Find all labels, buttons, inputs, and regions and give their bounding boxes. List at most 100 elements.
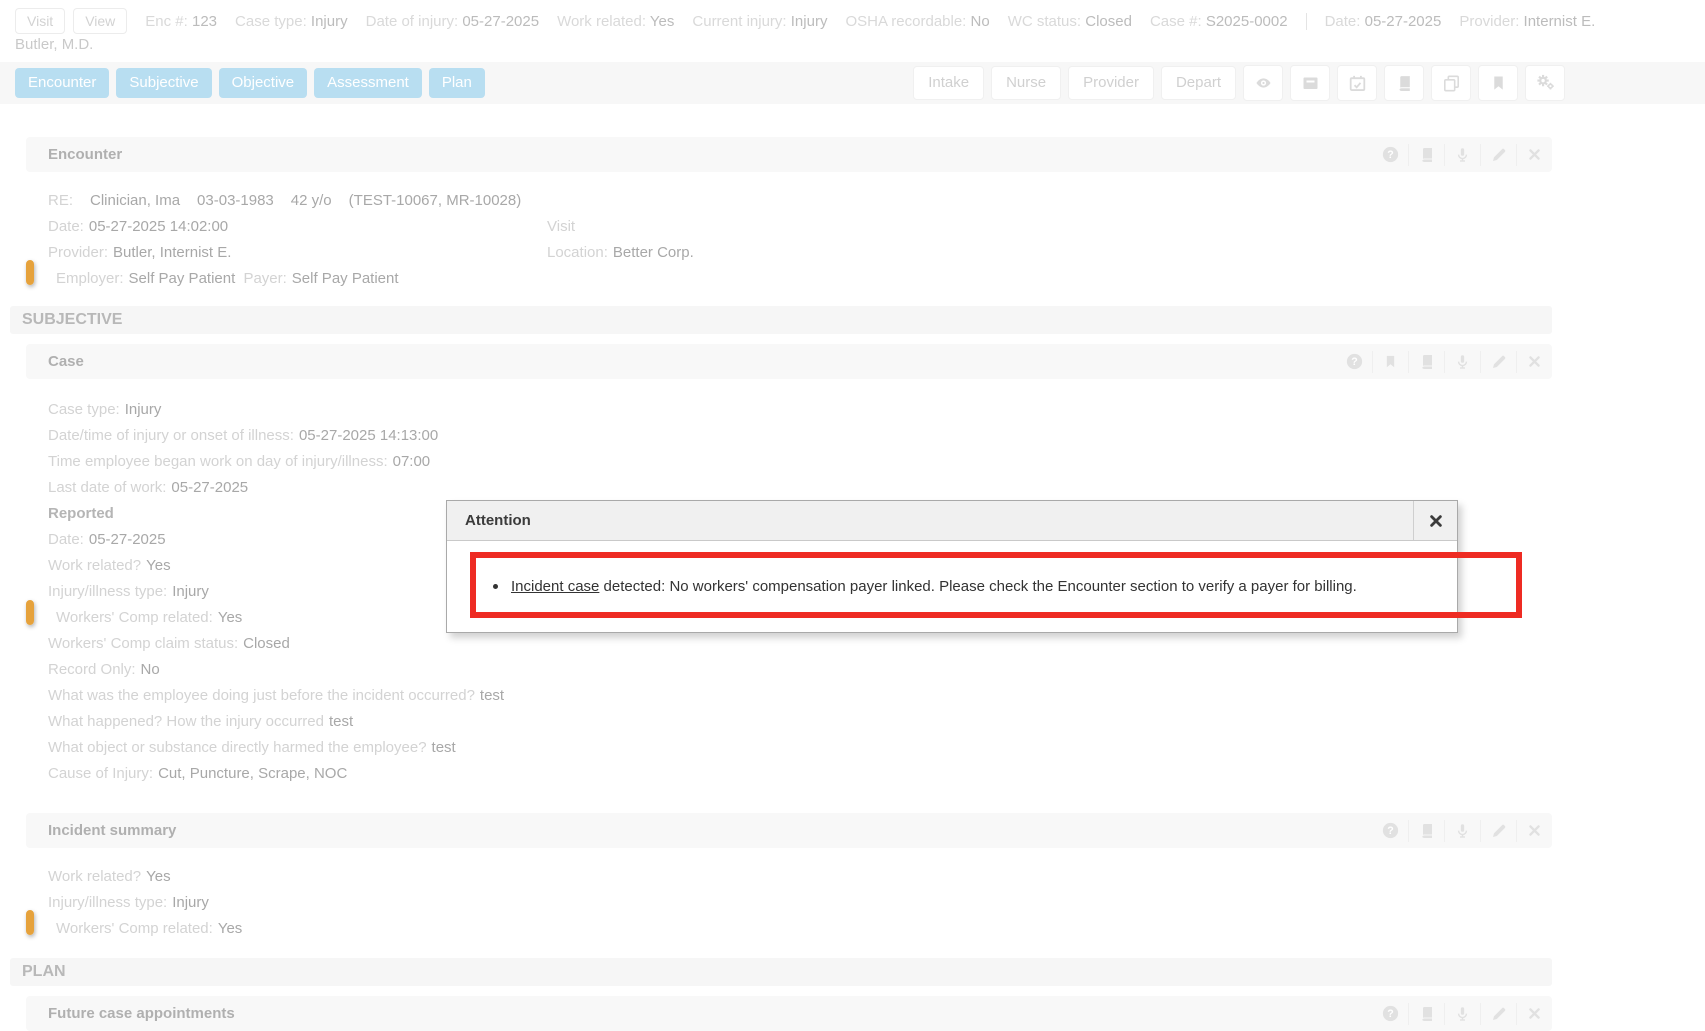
edit-pencil-icon[interactable] [1480, 351, 1516, 373]
case-row-time-began-work: Time employee began work on day of injur… [48, 449, 1705, 475]
case-section-title: Case [48, 353, 84, 370]
close-icon[interactable] [1413, 501, 1457, 540]
case-row-what-happened: What happened? How the injury occurredte… [48, 709, 1705, 735]
case-row-object-harmed: What object or substance directly harmed… [48, 735, 1705, 761]
encounter-date-value: 05-27-2025 14:02:00 [89, 218, 228, 235]
attention-dialog-body: Incident case detected: No workers' comp… [447, 541, 1457, 632]
case-row-case-type: Case type:Injury [48, 397, 1705, 423]
tab-encounter[interactable]: Encounter [15, 68, 109, 99]
case-row-doing-before-incident: What was the employee doing just before … [48, 683, 1705, 709]
field-current-injury: Current injury: Injury [692, 13, 827, 30]
microphone-icon[interactable] [1444, 1003, 1480, 1025]
patient-name: Clinician, Ima [90, 192, 180, 209]
field-provider: Provider: Internist E. [1459, 13, 1595, 30]
edit-pencil-icon[interactable] [1480, 1003, 1516, 1025]
field-enc-number: Enc #: 123 [145, 13, 217, 30]
incident-summary-actions: ? [1372, 813, 1552, 848]
help-icon[interactable]: ? [1372, 820, 1408, 842]
calendar-check-icon[interactable] [1337, 65, 1377, 101]
svg-text:?: ? [1387, 1008, 1393, 1020]
nurse-button[interactable]: Nurse [991, 66, 1061, 101]
provider-button[interactable]: Provider [1068, 66, 1154, 101]
visit-button[interactable]: Visit [15, 8, 65, 34]
annotation-highlight-employer-payer [26, 260, 34, 285]
incident-case-link[interactable]: Incident case [511, 578, 599, 595]
bookmark-icon[interactable] [1372, 351, 1408, 373]
case-section-header: Case ? [26, 344, 1552, 379]
book-icon[interactable] [1408, 351, 1444, 373]
patient-dob: 03-03-1983 [197, 192, 274, 209]
incident-row-injury-type: Injury/illness type:Injury [48, 890, 1705, 916]
case-row-injury-datetime: Date/time of injury or onset of illness:… [48, 423, 1705, 449]
close-icon[interactable] [1516, 144, 1552, 166]
settings-gear-icon[interactable] [1525, 65, 1565, 101]
tab-plan[interactable]: Plan [429, 68, 485, 99]
payer-value: Self Pay Patient [292, 270, 399, 287]
incident-summary-body: Work related?Yes Injury/illness type:Inj… [48, 864, 1705, 942]
bullet-marker [493, 584, 498, 589]
provider-name-wrap: Butler, M.D. [0, 34, 1705, 58]
edit-pencil-icon[interactable] [1480, 144, 1516, 166]
encounter-section-header: Encounter ? [26, 137, 1552, 172]
case-info-bar: Visit View Enc #: 123 Case type: Injury … [0, 0, 1705, 34]
copy-icon[interactable] [1431, 65, 1471, 101]
alert-message: Incident case detected: No workers' comp… [511, 578, 1357, 595]
incident-row-work-related: Work related?Yes [48, 864, 1705, 890]
encounter-section-body: RE:Clinician, Ima03-03-198342 y/o(TEST-1… [48, 188, 1705, 292]
annotation-highlight-case-workers-comp [26, 600, 34, 625]
attention-dialog-header: Attention [447, 501, 1457, 541]
close-icon[interactable] [1516, 351, 1552, 373]
tab-objective[interactable]: Objective [219, 68, 308, 99]
field-case-number: Case #: S2025-0002 [1150, 13, 1288, 30]
book-icon[interactable] [1384, 65, 1424, 101]
archive-icon[interactable] [1290, 65, 1330, 101]
field-wc-status: WC status: Closed [1008, 13, 1132, 30]
eye-icon[interactable] [1243, 65, 1283, 101]
attention-dialog-title: Attention [447, 512, 531, 529]
close-icon[interactable] [1516, 820, 1552, 842]
book-icon[interactable] [1408, 820, 1444, 842]
case-section-actions: ? [1336, 344, 1552, 379]
depart-button[interactable]: Depart [1161, 66, 1236, 101]
help-icon[interactable]: ? [1372, 144, 1408, 166]
encounter-provider-row: Provider:Butler, Internist E. Location:B… [48, 240, 1705, 266]
tab-assessment[interactable]: Assessment [314, 68, 422, 99]
svg-text:?: ? [1351, 356, 1357, 368]
help-icon[interactable]: ? [1372, 1003, 1408, 1025]
case-row-cause-of-injury: Cause of Injury:Cut, Puncture, Scrape, N… [48, 761, 1705, 787]
attention-dialog: Attention Incident case detected: No wor… [446, 500, 1458, 633]
field-work-related: Work related: Yes [557, 13, 674, 30]
location-value: Better Corp. [613, 244, 694, 261]
employer-value: Self Pay Patient [129, 270, 236, 287]
tab-subjective[interactable]: Subjective [116, 68, 211, 99]
svg-text:?: ? [1387, 825, 1393, 837]
field-case-type: Case type: Injury [235, 13, 348, 30]
microphone-icon[interactable] [1444, 351, 1480, 373]
field-encounter-date: Date: 05-27-2025 [1325, 13, 1442, 30]
patient-age: 42 y/o [291, 192, 332, 209]
stage-buttons: Intake Nurse Provider Depart [913, 65, 1565, 101]
encounter-section-title: Encounter [48, 146, 122, 163]
incident-summary-section-header: Incident summary ? [26, 813, 1552, 848]
microphone-icon[interactable] [1444, 820, 1480, 842]
future-appointments-section-header: Future case appointments ? [26, 996, 1552, 1031]
subjective-heading: SUBJECTIVE [10, 306, 1552, 334]
close-icon[interactable] [1516, 1003, 1552, 1025]
edit-pencil-icon[interactable] [1480, 820, 1516, 842]
future-appointments-title: Future case appointments [48, 1005, 235, 1022]
view-button[interactable]: View [73, 8, 127, 34]
annotation-highlight-incident-workers-comp [26, 910, 34, 935]
svg-text:?: ? [1387, 149, 1393, 161]
book-icon[interactable] [1408, 144, 1444, 166]
intake-button[interactable]: Intake [913, 66, 984, 101]
divider [1306, 13, 1307, 30]
encounter-section-actions: ? [1372, 137, 1552, 172]
encounter-employer-payer-row: Employer:Self Pay Patient Payer:Self Pay… [48, 266, 1705, 292]
patient-re-line: RE:Clinician, Ima03-03-198342 y/o(TEST-1… [48, 188, 1705, 214]
help-icon[interactable]: ? [1336, 351, 1372, 373]
bookmark-icon[interactable] [1478, 65, 1518, 101]
field-osha-recordable: OSHA recordable: No [845, 13, 989, 30]
book-icon[interactable] [1408, 1003, 1444, 1025]
note-toolbar: Encounter Subjective Objective Assessmen… [0, 62, 1705, 104]
microphone-icon[interactable] [1444, 144, 1480, 166]
